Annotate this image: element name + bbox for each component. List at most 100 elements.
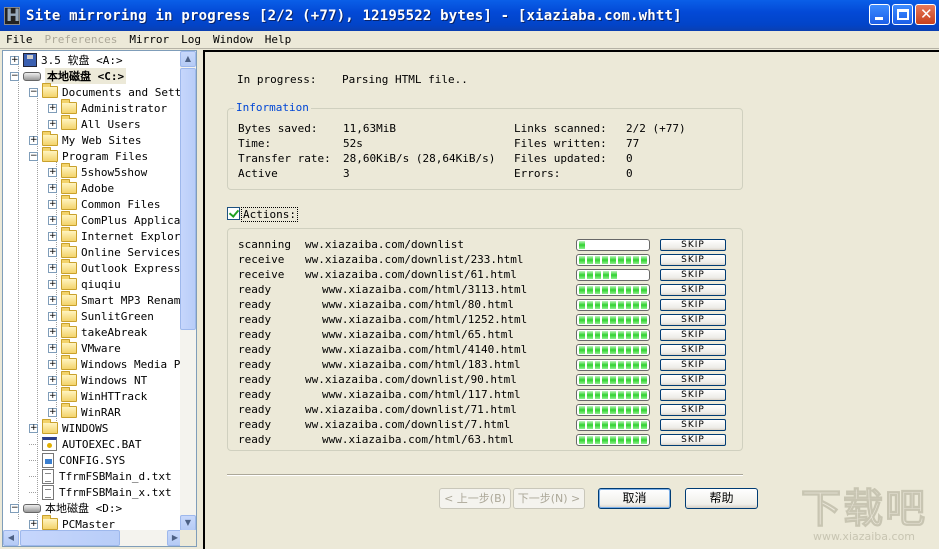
tree-item[interactable]: + Adobe [48,179,114,196]
tree-item[interactable]: TfrmFSBMain_d.txt [29,468,172,484]
expand-icon[interactable]: + [48,231,57,241]
tree-item[interactable]: + Common Files [48,195,160,212]
progress-segment [594,316,601,324]
expand-icon[interactable]: + [48,215,57,225]
expand-icon[interactable]: + [48,311,57,321]
tree-item[interactable]: AUTOEXEC.BAT [29,436,141,452]
tree-item[interactable]: − 本地磁盘 <C:> [10,68,127,84]
tree-item[interactable]: + Internet Explore [48,227,183,244]
expand-icon[interactable]: + [48,327,57,337]
skip-button[interactable]: SKIP [660,344,726,356]
scroll-thumb[interactable] [180,68,196,330]
skip-button[interactable]: SKIP [660,389,726,401]
menu-mirror[interactable]: Mirror [123,33,175,46]
skip-button[interactable]: SKIP [660,404,726,416]
cancel-button[interactable]: 取消 [598,488,671,509]
menu-preferences[interactable]: Preferences [39,33,124,46]
tree-item[interactable]: + Smart MP3 Rename [48,291,183,308]
expand-icon[interactable]: + [48,343,57,353]
tree-horizontal-scrollbar[interactable]: ◀ ▶ [3,530,183,546]
expand-icon[interactable]: + [29,423,38,433]
skip-button[interactable]: SKIP [660,284,726,296]
progress-segment [602,361,609,369]
tree-item[interactable]: + qiuqiu [48,275,121,292]
next-button[interactable]: 下一步(N) > [513,488,585,509]
tree-item[interactable]: + takeAbreak [48,323,147,340]
tree-item[interactable]: + WinRAR [48,403,121,420]
expand-icon[interactable]: + [48,263,57,273]
tree-item[interactable]: + Administrator [48,99,167,116]
expand-icon[interactable]: + [48,103,57,113]
skip-button[interactable]: SKIP [660,269,726,281]
expand-icon[interactable]: + [48,295,57,305]
tree-item[interactable]: − Documents and Setti: [29,83,183,100]
scroll-left-button[interactable]: ◀ [3,530,19,546]
tree-item[interactable]: + SunlitGreen [48,307,154,324]
tree-item[interactable]: + Online Services [48,243,180,260]
tree-item[interactable]: + All Users [48,115,141,132]
tree-item[interactable]: − Program Files [29,147,148,164]
tree-item[interactable]: +3.5 软盘 <A:> [10,52,123,68]
menu-window[interactable]: Window [207,33,259,46]
folder-tree[interactable]: +3.5 软盘 <A:> − 本地磁盘 <C:> − Documents and Set… [2,50,197,547]
menu-file[interactable]: File [0,33,39,46]
menu-log[interactable]: Log [175,33,207,46]
collapse-icon[interactable]: − [10,71,19,81]
tree-item[interactable]: + ComPlus Applicat [48,211,183,228]
help-button[interactable]: 帮助 [685,488,758,509]
expand-icon[interactable]: + [48,183,57,193]
scroll-down-button[interactable]: ▼ [180,515,196,531]
tree-item[interactable]: + PCMaster [29,515,115,531]
tree-item[interactable]: + My Web Sites [29,131,141,148]
tree-item-label: 本地磁盘 <C:> [45,68,127,84]
expand-icon[interactable]: + [48,359,57,369]
expand-icon[interactable]: + [48,119,57,129]
horizontal-scroll-thumb[interactable] [20,530,120,546]
menu-help[interactable]: Help [259,33,298,46]
skip-button[interactable]: SKIP [660,254,726,266]
scroll-up-button[interactable]: ▲ [180,51,196,67]
skip-button[interactable]: SKIP [660,314,726,326]
skip-button[interactable]: SKIP [660,329,726,341]
skip-button[interactable]: SKIP [660,419,726,431]
actions-checkbox[interactable] [227,207,240,220]
tree-item[interactable]: + VMware [48,339,121,356]
expand-icon[interactable]: + [48,375,57,385]
tree-item[interactable]: + Outlook Express [48,259,180,276]
progress-segment [633,406,640,414]
tree-item[interactable]: + WINDOWS [29,419,108,436]
expand-icon[interactable]: + [29,135,38,145]
folder-icon [61,275,77,290]
close-button[interactable]: ✕ [915,4,936,25]
minimize-button[interactable] [869,4,890,25]
tree-item[interactable]: + Windows NT [48,371,147,388]
tree-item[interactable]: − 本地磁盘 <D:> [10,500,122,516]
tree-vertical-scrollbar[interactable]: ▲ ▼ [180,51,196,531]
skip-button[interactable]: SKIP [660,239,726,251]
expand-icon[interactable]: + [48,167,57,177]
tree-item[interactable]: + WinHTTrack [48,387,147,404]
collapse-icon[interactable]: − [29,151,38,161]
tree-item[interactable]: + Windows Media Pl [48,355,183,372]
back-button[interactable]: < 上一步(B) [439,488,511,509]
expand-icon[interactable]: + [29,519,38,529]
expand-icon[interactable]: + [48,247,57,257]
actions-label[interactable]: Actions: [241,207,298,222]
progress-segment [610,391,616,399]
maximize-button[interactable] [892,4,913,25]
expand-icon[interactable]: + [48,199,57,209]
skip-button[interactable]: SKIP [660,374,726,386]
collapse-icon[interactable]: − [29,87,38,97]
collapse-icon[interactable]: − [10,503,19,513]
tree-item[interactable]: +5show5show [48,163,147,180]
tree-item[interactable]: CONFIG.SYS [29,452,125,468]
expand-icon[interactable]: + [48,407,57,417]
skip-button[interactable]: SKIP [660,434,726,446]
expand-icon[interactable]: + [10,55,19,65]
expand-icon[interactable]: + [48,279,57,289]
progress-segment [586,301,593,309]
skip-button[interactable]: SKIP [660,299,726,311]
tree-item[interactable]: TfrmFSBMain_x.txt [29,484,172,500]
expand-icon[interactable]: + [48,391,57,401]
skip-button[interactable]: SKIP [660,359,726,371]
